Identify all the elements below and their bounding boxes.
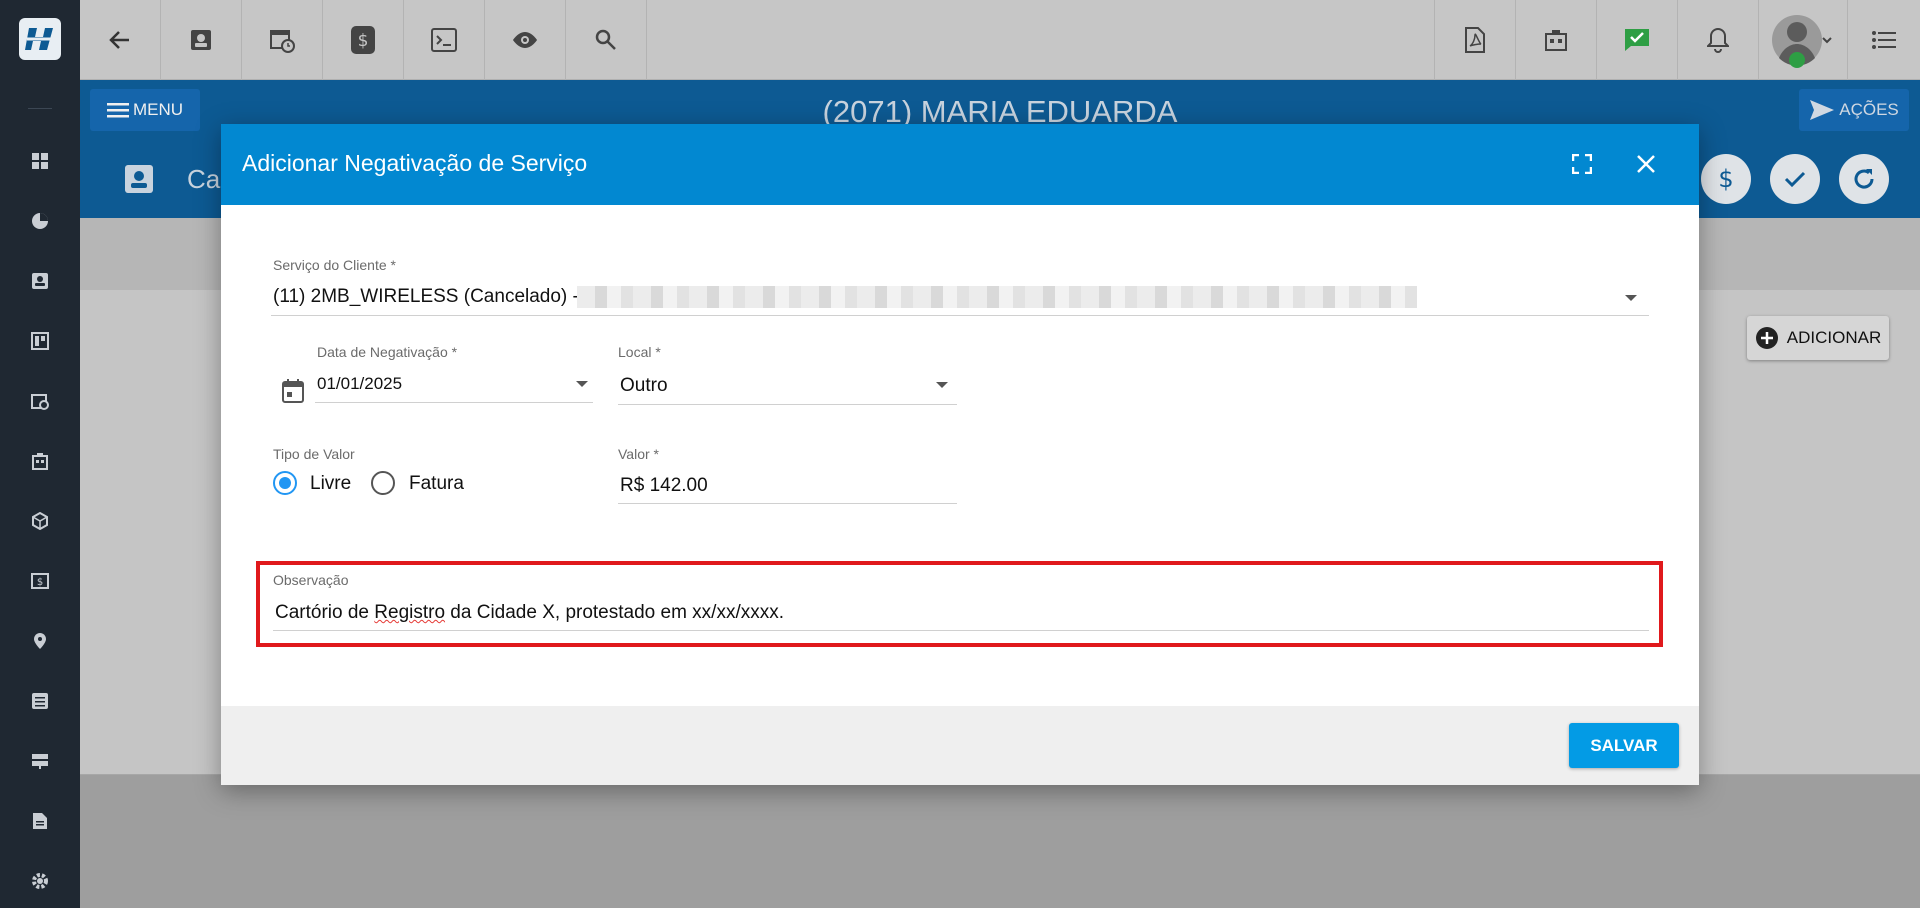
- notifications-bell-icon[interactable]: [1677, 0, 1758, 80]
- observacao-label: Observação: [273, 572, 349, 588]
- dialog-title: Adicionar Negativação de Serviço: [242, 150, 588, 176]
- date-dropdown-icon[interactable]: [576, 381, 588, 387]
- radio-fatura[interactable]: [371, 471, 395, 495]
- confirm-round-button[interactable]: [1770, 154, 1820, 204]
- calendar-clock-icon[interactable]: [28, 389, 52, 413]
- left-sidebar: $: [0, 0, 80, 908]
- save-button[interactable]: SALVAR: [1569, 723, 1679, 768]
- search-button[interactable]: [566, 0, 647, 80]
- contact-card-icon[interactable]: [28, 269, 52, 293]
- terminal-button[interactable]: [404, 0, 485, 80]
- avatar: [1772, 15, 1832, 68]
- refresh-round-button[interactable]: [1839, 154, 1889, 204]
- user-menu[interactable]: [1758, 0, 1847, 80]
- client-card-button[interactable]: [161, 0, 242, 80]
- local-select[interactable]: Outro: [620, 375, 668, 397]
- messages-check-icon[interactable]: [1596, 0, 1677, 80]
- calendar-clock-button[interactable]: [242, 0, 323, 80]
- date-underline: [315, 402, 593, 403]
- settings-icon[interactable]: [28, 869, 52, 893]
- app-logo[interactable]: [19, 18, 61, 60]
- radio-livre[interactable]: [273, 471, 297, 495]
- back-button[interactable]: [80, 0, 161, 80]
- list-icon[interactable]: [28, 689, 52, 713]
- local-underline: [618, 404, 957, 405]
- servico-dropdown-icon[interactable]: [1625, 295, 1637, 301]
- radio-livre-label[interactable]: Livre: [310, 473, 351, 495]
- servico-label: Serviço do Cliente *: [273, 257, 396, 273]
- dashboard-icon[interactable]: [28, 149, 52, 173]
- negativacao-dialog: Adicionar Negativação de Serviço Serviço…: [221, 124, 1699, 785]
- acoes-label: AÇÕES: [1839, 100, 1899, 119]
- observacao-underline: [273, 630, 1649, 631]
- billing-icon[interactable]: $: [28, 569, 52, 593]
- valor-label: Valor *: [618, 446, 659, 462]
- acoes-button[interactable]: AÇÕES: [1799, 89, 1909, 131]
- package-icon[interactable]: [28, 509, 52, 533]
- valor-underline: [618, 503, 957, 504]
- board-icon[interactable]: [28, 329, 52, 353]
- view-button[interactable]: [485, 0, 566, 80]
- contact-card-icon: [125, 165, 153, 193]
- local-label: Local *: [618, 344, 661, 360]
- top-toolbar: $: [80, 0, 1920, 80]
- dialog-footer: [221, 706, 1699, 785]
- document-icon[interactable]: [28, 809, 52, 833]
- close-icon[interactable]: [1633, 151, 1659, 177]
- server-icon[interactable]: [28, 749, 52, 773]
- plus-circle-icon: [1755, 327, 1778, 349]
- add-button-label: ADICIONAR: [1786, 328, 1882, 347]
- map-pin-icon[interactable]: [28, 629, 52, 653]
- fullscreen-icon[interactable]: [1569, 151, 1595, 177]
- refresh-icon: [1854, 169, 1874, 189]
- options-list-button[interactable]: [1847, 0, 1920, 80]
- data-negativacao-input[interactable]: 01/01/2025: [317, 374, 402, 394]
- sidebar-divider: [28, 108, 52, 109]
- dialog-header: Adicionar Negativação de Serviço: [221, 124, 1699, 205]
- data-negativacao-label: Data de Negativação *: [317, 344, 458, 360]
- finance-round-button[interactable]: $: [1701, 154, 1751, 204]
- svg-text:$: $: [358, 31, 369, 51]
- redacted-text: [577, 286, 1417, 308]
- svg-text:$: $: [1718, 166, 1733, 192]
- tipo-valor-label: Tipo de Valor: [273, 446, 355, 462]
- send-icon: [1810, 100, 1835, 120]
- local-dropdown-icon[interactable]: [936, 382, 948, 388]
- finance-button[interactable]: $: [323, 0, 404, 80]
- pdf-button[interactable]: [1434, 0, 1515, 80]
- company-button[interactable]: [1515, 0, 1596, 80]
- observacao-textarea[interactable]: Cartório de Registro da Cidade X, protes…: [275, 602, 784, 624]
- svg-text:$: $: [37, 577, 43, 588]
- pie-chart-icon[interactable]: [28, 209, 52, 233]
- valor-input[interactable]: R$ 142.00: [620, 475, 708, 497]
- building-icon[interactable]: [28, 449, 52, 473]
- radio-fatura-label[interactable]: Fatura: [409, 473, 464, 495]
- calendar-icon[interactable]: [282, 379, 304, 403]
- servico-underline: [271, 315, 1649, 316]
- check-icon: [1784, 171, 1806, 188]
- servico-select[interactable]: (11) 2MB_WIRELESS (Cancelado) -: [273, 286, 579, 308]
- dollar-icon: $: [1718, 166, 1733, 192]
- add-button[interactable]: ADICIONAR: [1747, 316, 1889, 360]
